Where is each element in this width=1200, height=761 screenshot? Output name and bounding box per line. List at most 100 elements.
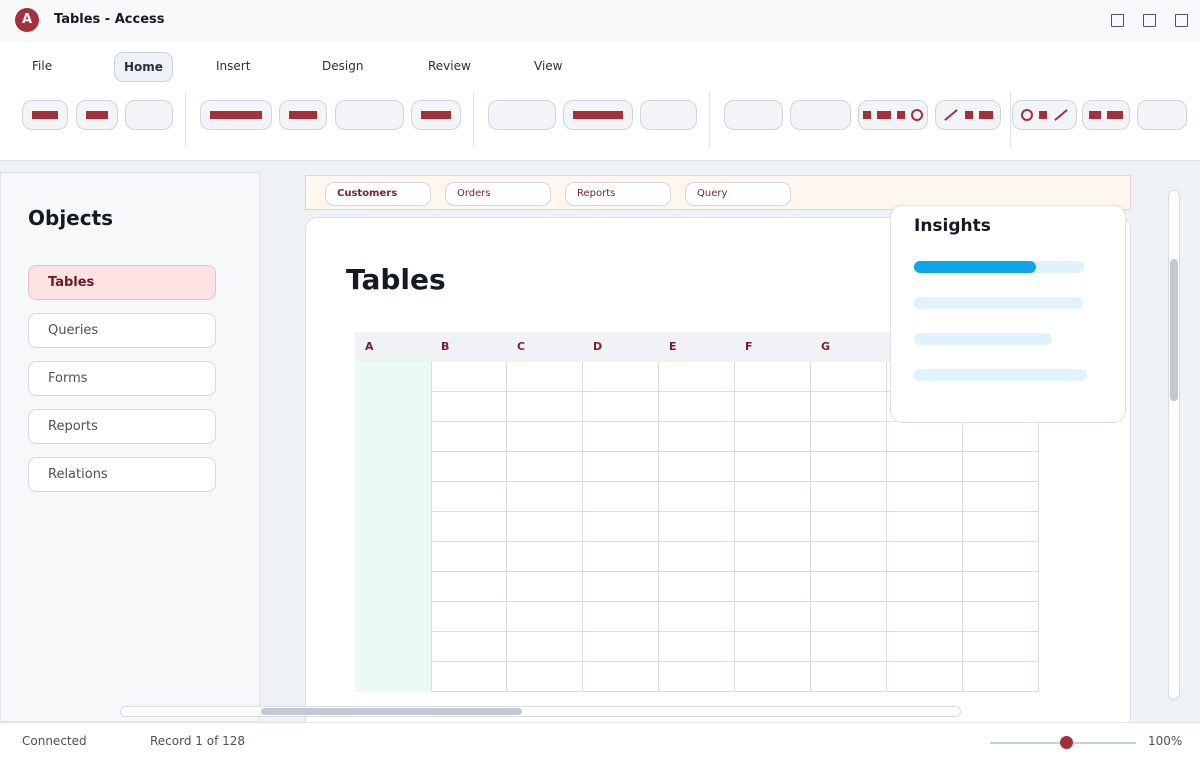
grid-cell[interactable] — [659, 422, 735, 452]
grid-cell[interactable] — [735, 452, 811, 482]
ribbon-button-10[interactable] — [640, 100, 697, 130]
grid-cell[interactable] — [735, 572, 811, 602]
maximize-icon[interactable] — [1143, 14, 1156, 27]
grid-cell[interactable] — [811, 422, 887, 452]
grid-cell[interactable] — [735, 632, 811, 662]
ribbon-button-4[interactable] — [200, 100, 272, 130]
grid-cell[interactable] — [735, 512, 811, 542]
grid-cell[interactable] — [507, 452, 583, 482]
grid-cell[interactable] — [887, 512, 963, 542]
grid-cell[interactable] — [431, 572, 507, 602]
grid-cell[interactable] — [659, 512, 735, 542]
tab-customers[interactable]: Customers — [325, 182, 431, 206]
sidebar-item-queries[interactable]: Queries — [28, 313, 216, 348]
grid-cell[interactable] — [735, 542, 811, 572]
grid-cell[interactable] — [659, 452, 735, 482]
menu-review[interactable]: Review — [418, 52, 481, 80]
grid-cell[interactable] — [583, 422, 659, 452]
ribbon-button-9[interactable] — [563, 100, 633, 130]
grid-cell[interactable] — [811, 482, 887, 512]
grid-cell[interactable] — [887, 542, 963, 572]
close-icon[interactable] — [1175, 14, 1188, 27]
grid-cell[interactable] — [583, 362, 659, 392]
grid-cell[interactable] — [735, 362, 811, 392]
grid-cell[interactable] — [431, 542, 507, 572]
grid-cell[interactable] — [507, 482, 583, 512]
grid-cell[interactable] — [431, 452, 507, 482]
column-header[interactable]: A — [355, 332, 431, 362]
grid-cell[interactable] — [507, 572, 583, 602]
column-header[interactable]: F — [735, 332, 811, 362]
grid-cell[interactable] — [887, 572, 963, 602]
grid-cell[interactable] — [431, 362, 507, 392]
grid-cell[interactable] — [887, 422, 963, 452]
column-header[interactable]: E — [659, 332, 735, 362]
grid-cell[interactable] — [431, 482, 507, 512]
grid-cell[interactable] — [583, 542, 659, 572]
grid-cell[interactable] — [431, 662, 507, 692]
grid-cell[interactable] — [507, 542, 583, 572]
ribbon-button-14[interactable] — [935, 100, 1001, 130]
ribbon-button-1[interactable] — [22, 100, 68, 130]
grid-cell[interactable] — [963, 662, 1039, 692]
grid-cell[interactable] — [431, 392, 507, 422]
grid-cell[interactable] — [507, 512, 583, 542]
grid-cell[interactable] — [811, 662, 887, 692]
ribbon-button-3[interactable] — [125, 100, 173, 130]
grid-cell[interactable] — [431, 422, 507, 452]
grid-cell[interactable] — [659, 362, 735, 392]
ribbon-button-12[interactable] — [790, 100, 851, 130]
ribbon-button-15[interactable] — [1012, 100, 1077, 130]
grid-cell[interactable] — [811, 542, 887, 572]
column-header[interactable]: C — [507, 332, 583, 362]
grid-cell[interactable] — [887, 602, 963, 632]
grid-cell[interactable] — [887, 452, 963, 482]
grid-cell[interactable] — [811, 392, 887, 422]
grid-cell[interactable] — [887, 662, 963, 692]
grid-cell[interactable] — [963, 572, 1039, 602]
menu-file[interactable]: File — [22, 52, 62, 80]
grid-cell[interactable] — [431, 632, 507, 662]
grid-cell[interactable] — [811, 512, 887, 542]
grid-cell[interactable] — [659, 482, 735, 512]
tab-query[interactable]: Query — [685, 182, 791, 206]
grid-cell[interactable] — [507, 602, 583, 632]
grid-cell[interactable] — [431, 602, 507, 632]
minimize-icon[interactable] — [1111, 14, 1124, 27]
sidebar-item-forms[interactable]: Forms — [28, 361, 216, 396]
grid-cell[interactable] — [887, 632, 963, 662]
grid-cell[interactable] — [583, 572, 659, 602]
grid-cell[interactable] — [583, 662, 659, 692]
ribbon-button-5[interactable] — [279, 100, 327, 130]
grid-cell[interactable] — [811, 452, 887, 482]
grid-cell[interactable] — [811, 362, 887, 392]
tab-reports[interactable]: Reports — [565, 182, 671, 206]
grid-cell[interactable] — [659, 602, 735, 632]
grid-cell[interactable] — [811, 632, 887, 662]
grid-cell[interactable] — [507, 662, 583, 692]
grid-cell[interactable] — [735, 422, 811, 452]
menu-insert[interactable]: Insert — [206, 52, 260, 80]
vertical-scroll-thumb[interactable] — [1170, 259, 1178, 401]
tab-orders[interactable]: Orders — [445, 182, 551, 206]
column-header[interactable]: G — [811, 332, 887, 362]
grid-cell[interactable] — [583, 482, 659, 512]
ribbon-button-16[interactable] — [1082, 100, 1130, 130]
grid-cell[interactable] — [963, 422, 1039, 452]
vertical-scrollbar[interactable] — [1168, 190, 1180, 700]
grid-cell[interactable] — [963, 632, 1039, 662]
grid-cell[interactable] — [507, 632, 583, 662]
grid-cell[interactable] — [583, 512, 659, 542]
grid-cell[interactable] — [659, 392, 735, 422]
ribbon-button-6[interactable] — [335, 100, 404, 130]
grid-cell[interactable] — [583, 452, 659, 482]
grid-cell[interactable] — [963, 452, 1039, 482]
menu-design[interactable]: Design — [312, 52, 373, 80]
grid-cell[interactable] — [963, 482, 1039, 512]
grid-cell[interactable] — [735, 392, 811, 422]
sidebar-item-reports[interactable]: Reports — [28, 409, 216, 444]
grid-cell[interactable] — [659, 632, 735, 662]
grid-cell[interactable] — [735, 482, 811, 512]
ribbon-button-17[interactable] — [1137, 100, 1187, 130]
grid-cell[interactable] — [507, 392, 583, 422]
